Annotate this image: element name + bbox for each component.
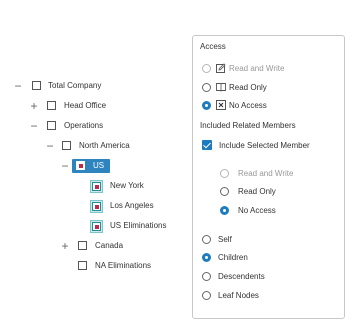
scope-option-children[interactable]: Children	[202, 250, 248, 264]
tree-checkbox[interactable]	[92, 182, 101, 191]
edit-icon	[216, 63, 226, 73]
tree-node-label[interactable]: Canada	[95, 239, 123, 253]
access-panel: Access Read and Write Read Only No Acces…	[192, 35, 345, 319]
option-label: Descendents	[218, 271, 265, 281]
expand-icon[interactable]: +	[29, 99, 39, 113]
access-option-read-write[interactable]: Read and Write	[202, 61, 284, 75]
member-access-read-only[interactable]: Read Only	[220, 184, 276, 198]
option-label: Include Selected Member	[219, 140, 310, 150]
radio-button[interactable]	[202, 252, 211, 262]
radio-button[interactable]	[202, 290, 211, 300]
tree-node-label[interactable]: US Eliminations	[110, 219, 166, 233]
checkbox-checked-icon[interactable]	[202, 140, 212, 150]
tree-node-label[interactable]: Los Angeles	[110, 199, 154, 213]
radio-button[interactable]	[220, 186, 229, 196]
option-label: No Access	[238, 205, 276, 215]
scope-option-self[interactable]: Self	[202, 232, 232, 246]
scope-option-descendents[interactable]: Descendents	[202, 269, 265, 283]
tree-node-label[interactable]: North America	[79, 139, 130, 153]
radio-button[interactable]	[202, 234, 211, 244]
collapse-icon[interactable]: −	[60, 159, 70, 173]
collapse-icon[interactable]: −	[45, 139, 55, 153]
book-icon	[216, 83, 226, 92]
radio-button[interactable]	[220, 205, 229, 215]
selected-node-highlight[interactable]: US	[72, 159, 110, 173]
option-label: Read Only	[229, 82, 267, 92]
option-label: Children	[218, 252, 248, 262]
radio-button[interactable]	[202, 100, 211, 110]
radio-button[interactable]	[202, 271, 211, 281]
tree-checkbox[interactable]	[62, 141, 71, 150]
access-option-no-access[interactable]: No Access	[202, 98, 267, 112]
tree-node-label[interactable]: NA Eliminations	[95, 259, 151, 273]
option-label: No Access	[229, 100, 267, 110]
no-access-icon	[216, 100, 226, 110]
option-label: Self	[218, 234, 232, 244]
option-label: Leaf Nodes	[218, 290, 259, 300]
tree-checkbox[interactable]	[78, 241, 87, 250]
option-label: Read Only	[238, 186, 276, 196]
radio-button[interactable]	[202, 63, 211, 73]
radio-button[interactable]	[220, 168, 229, 178]
tree-node-label[interactable]: Operations	[64, 119, 103, 133]
tree-node-label[interactable]: Total Company	[48, 79, 101, 93]
tree-node-label[interactable]: New York	[110, 179, 144, 193]
member-access-no-access[interactable]: No Access	[220, 203, 276, 217]
tree-checkbox[interactable]	[92, 202, 101, 211]
included-member-marker	[90, 220, 103, 233]
scope-option-leaf-nodes[interactable]: Leaf Nodes	[202, 288, 259, 302]
member-access-read-write[interactable]: Read and Write	[220, 166, 293, 180]
tree-checkbox[interactable]	[47, 121, 56, 130]
collapse-icon[interactable]: −	[29, 119, 39, 133]
tree-checkbox[interactable]	[47, 101, 56, 110]
option-label: Read and Write	[229, 63, 285, 73]
radio-button[interactable]	[202, 82, 211, 92]
option-label: Read and Write	[238, 168, 294, 178]
expand-icon[interactable]: +	[60, 239, 70, 253]
related-members-title: Included Related Members	[200, 121, 296, 130]
collapse-icon[interactable]: −	[13, 79, 23, 93]
tree-node-label[interactable]: US	[93, 159, 104, 173]
include-selected-member-checkbox[interactable]: Include Selected Member	[202, 138, 310, 152]
tree-node-label[interactable]: Head Office	[64, 99, 106, 113]
access-option-read-only[interactable]: Read Only	[202, 80, 267, 94]
tree-checkbox[interactable]	[78, 261, 87, 270]
tree-checkbox[interactable]	[32, 81, 41, 90]
included-member-marker	[90, 200, 103, 213]
included-member-marker	[90, 180, 103, 193]
tree-checkbox[interactable]	[76, 161, 85, 170]
access-section-title: Access	[200, 42, 226, 51]
tree-checkbox[interactable]	[92, 222, 101, 231]
